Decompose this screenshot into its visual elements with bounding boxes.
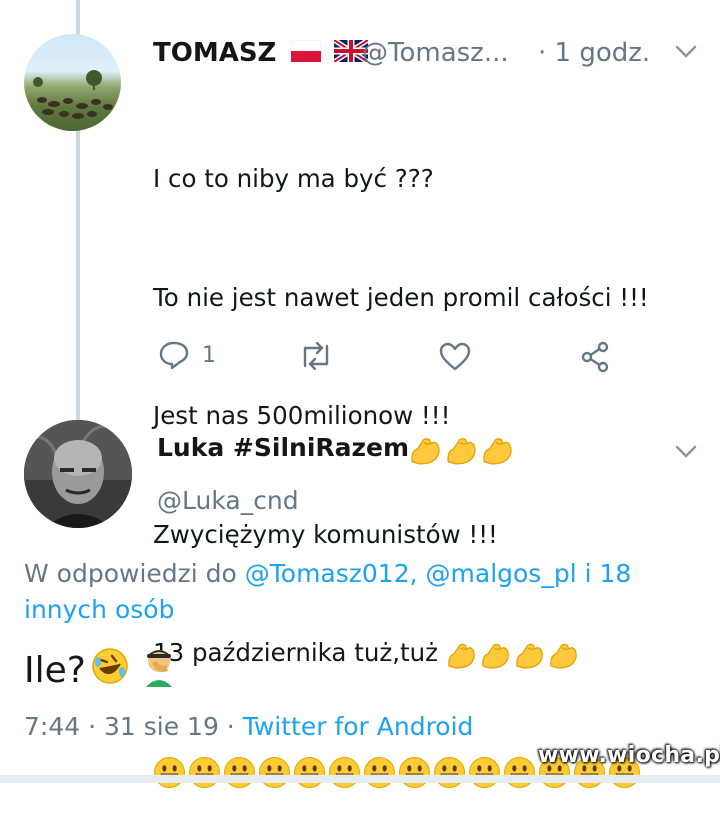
retweet-button[interactable]: [298, 342, 346, 370]
grinning-face-emoji-icon: [469, 757, 500, 788]
tweet2-time[interactable]: 7:44: [24, 712, 80, 741]
tweet2-date[interactable]: 31 sie 19: [104, 712, 219, 741]
tweet1-author-handle[interactable]: @Tomasz...: [362, 38, 509, 68]
savanna-herd-image: [33, 70, 113, 119]
flexed-biceps-emoji-icon: [447, 438, 476, 465]
tweet2-author-name[interactable]: Luka #SilniRazem: [157, 432, 515, 466]
grinning-face-emoji-icon: [434, 757, 465, 788]
tweet1-line: To nie jest nawet jeden promil całości !…: [153, 282, 649, 312]
flexed-biceps-emoji-icon: [516, 643, 543, 669]
tweet2-more-chevron-down-icon[interactable]: [675, 444, 697, 463]
tweet1-timestamp[interactable]: · 1 godz.: [538, 38, 650, 68]
share-icon: [581, 341, 609, 373]
flexed-biceps-emoji-icon: [448, 643, 475, 669]
flexed-biceps-emoji-icon: [411, 438, 440, 465]
grinning-face-emoji-icon: [189, 757, 220, 788]
reply-button[interactable]: 1: [158, 340, 216, 370]
tweet2-text-content: Ile?: [24, 650, 86, 691]
grinning-face-emoji-icon: [224, 757, 255, 788]
tweet1-more-chevron-down-icon[interactable]: [675, 44, 697, 63]
tweet2-source-link[interactable]: Twitter for Android: [243, 712, 474, 741]
luka-avatar[interactable]: [24, 420, 132, 528]
bald-man-portrait-image: [24, 420, 132, 528]
tweet2-meta: 7:44 · 31 sie 19 · Twitter for Android: [24, 712, 474, 741]
facepalm-emoji-icon: [138, 645, 180, 696]
tweet1-line: I co to niby ma być ???: [153, 164, 434, 193]
tweet2-author-handle[interactable]: @Luka_cnd: [157, 486, 299, 515]
reply-prefix: W odpowiedzi do: [24, 559, 245, 588]
grinning-face-emoji-icon: [364, 757, 395, 788]
flexed-biceps-emoji-icon: [550, 643, 577, 669]
share-button[interactable]: [580, 341, 610, 373]
retweet-icon: [303, 342, 329, 370]
reply-count: 1: [202, 342, 216, 368]
tweet1-author-name[interactable]: TOMASZ: [153, 37, 369, 69]
reply-icon: [159, 341, 189, 370]
tweet2-text: Ile?: [24, 645, 180, 696]
like-button[interactable]: [439, 342, 483, 372]
tweet1-line: Zwyciężymy komunistów !!!: [153, 519, 498, 549]
tomasz-avatar[interactable]: [24, 34, 121, 131]
flexed-biceps-emoji-icon: [482, 643, 509, 669]
bottom-divider: [0, 775, 720, 783]
flexed-biceps-emoji-row: [409, 432, 515, 466]
grinning-face-emoji-icon: [259, 757, 290, 788]
polish-flag-icon: [291, 39, 322, 69]
flexed-biceps-emoji-row: [446, 638, 580, 670]
grinning-face-emoji-icon: [504, 757, 535, 788]
grinning-face-emoji-icon: [294, 757, 325, 788]
flexed-biceps-emoji-icon: [483, 438, 512, 465]
rolling-laughing-emoji-icon: [90, 646, 130, 695]
grinning-face-emoji-icon: [399, 757, 430, 788]
heart-icon: [439, 342, 471, 371]
grinning-face-emoji-icon: [154, 757, 185, 788]
reply-context: W odpowiedzi do @Tomasz012, @malgos_pl i…: [24, 556, 694, 628]
tweet1-line: Jest nas 500milionow !!!: [153, 401, 451, 430]
watermark: www.wiocha.pl: [538, 743, 720, 768]
grinning-face-emoji-icon: [329, 757, 360, 788]
tweet1-line-with-emoji: 13 października tuż,tuż: [153, 633, 649, 673]
